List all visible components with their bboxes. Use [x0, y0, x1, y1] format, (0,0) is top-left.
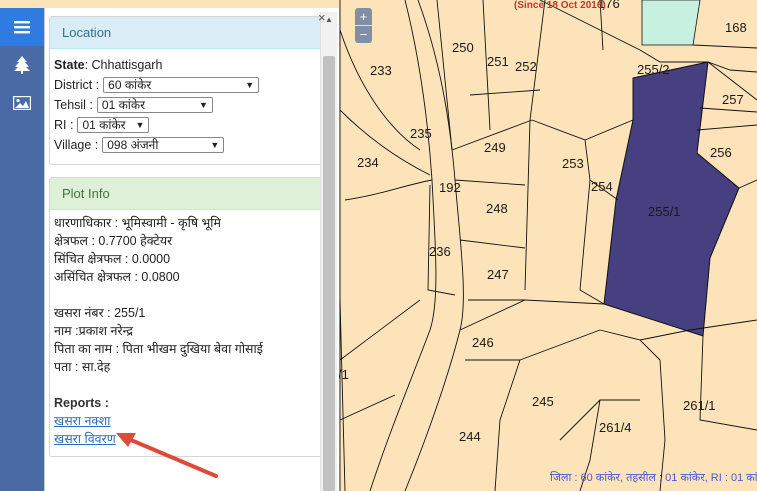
- father-name-text: पिता का नाम : पिता भीखम दुखिया बेवा गोसा…: [54, 342, 263, 356]
- plot-label: 247: [487, 267, 509, 282]
- imagery-button[interactable]: [0, 84, 44, 122]
- date-note: (Since 18 Oct 2016): [514, 0, 606, 11]
- chevron-down-icon: ▼: [198, 100, 208, 110]
- village-label: Village :: [54, 138, 99, 152]
- layers-button[interactable]: [0, 46, 44, 84]
- plot-label: 250: [452, 40, 474, 55]
- plot-label: 234: [357, 155, 379, 170]
- tehsil-value: 01 कांकेर: [101, 98, 146, 112]
- plot-label: 255/2: [637, 62, 670, 77]
- owner-type-text: धारणाधिकार : भूमिस्वामी - कृषि भूमि: [54, 216, 222, 230]
- annotation-arrow: [116, 433, 218, 478]
- chevron-down-icon: ▼: [245, 80, 255, 90]
- close-icon[interactable]: ×: [318, 10, 326, 25]
- location-card-title: Location: [50, 17, 321, 49]
- plot-label: 252: [515, 59, 537, 74]
- plot-info-card: Plot Info धारणाधिकार : भूमिस्वामी - कृषि…: [49, 177, 322, 457]
- tehsil-label: Tehsil :: [54, 98, 93, 112]
- state-value: Chhattisgarh: [91, 58, 163, 72]
- area-text: क्षेत्रफल : 0.7700 हेक्टेयर: [54, 234, 173, 248]
- plot-label: 248: [486, 201, 508, 216]
- plot-label: 235: [410, 126, 432, 141]
- unirrigated-area-text: असिंचित क्षेत्रफल : 0.0800: [54, 270, 180, 284]
- tree-icon: [14, 56, 30, 74]
- plot-label: 257: [722, 92, 744, 107]
- menu-icon: [14, 20, 30, 34]
- menu-button[interactable]: [0, 8, 44, 46]
- district-label: District :: [54, 78, 100, 92]
- village-select[interactable]: 098 अंजनी ▼: [102, 137, 225, 153]
- plot-label: 246: [472, 335, 494, 350]
- plot-label: 253: [562, 156, 584, 171]
- side-panel: Location State: Chhattisgarh District : …: [44, 8, 339, 491]
- khasra-number-text: खसरा नंबर : 255/1: [54, 306, 146, 320]
- plot-label: 233: [370, 63, 392, 78]
- panel-scrollbar[interactable]: ▲: [320, 12, 337, 491]
- plot-label: 249: [484, 140, 506, 155]
- khasra-map-report-link[interactable]: खसरा नक्शा: [54, 414, 110, 428]
- plot-label: 261/4: [599, 420, 632, 435]
- district-value: 60 कांकेर: [108, 78, 152, 92]
- owner-name-text: नाम :प्रकाश नरेन्द्र: [54, 324, 134, 338]
- location-card: Location State: Chhattisgarh District : …: [49, 16, 322, 165]
- scrollbar-thumb[interactable]: [323, 56, 335, 491]
- khasra-details-report-link[interactable]: खसरा विवरण: [54, 432, 116, 446]
- ri-label: RI :: [54, 118, 74, 132]
- plot-label: 236: [429, 244, 451, 259]
- address-text: पता : सा.देह: [54, 360, 111, 374]
- plot-label: 192: [439, 180, 461, 195]
- ri-value: 01 कांकेर: [82, 118, 126, 132]
- tehsil-select[interactable]: 01 कांकेर ▼: [96, 97, 213, 113]
- chevron-down-icon: ▼: [210, 140, 220, 150]
- footer-location-note: जिला : 60 कांकेर, तहसील : 01 कांकेर, RI …: [550, 472, 757, 484]
- plot-label: 251: [487, 54, 509, 69]
- plot-label: 168: [725, 20, 747, 35]
- plot-label: 255/1: [648, 204, 681, 219]
- village-value: 098 अंजनी: [107, 138, 159, 152]
- district-select[interactable]: 60 कांकेर ▼: [103, 77, 260, 93]
- left-toolbar: [0, 8, 44, 491]
- plot-label: 245: [532, 394, 554, 409]
- state-row: State: Chhattisgarh: [54, 58, 163, 72]
- irrigated-area-text: सिंचित क्षेत्रफल : 0.0000: [54, 252, 171, 266]
- plot-info-card-title: Plot Info: [50, 178, 321, 210]
- image-icon: [13, 96, 31, 110]
- zoom-out-button[interactable]: −: [355, 25, 372, 43]
- zoom-in-button[interactable]: +: [355, 8, 372, 25]
- ri-select[interactable]: 01 कांकेर ▼: [77, 117, 150, 133]
- plot-label: 254: [591, 179, 613, 194]
- reports-title: Reports :: [54, 396, 109, 410]
- chevron-down-icon: ▼: [135, 120, 145, 130]
- zoom-control: + −: [355, 8, 372, 43]
- plot-label: 256: [710, 145, 732, 160]
- plot-label: /1: [338, 367, 349, 382]
- plot-label: 261/1: [683, 398, 716, 413]
- plot-label: 244: [459, 429, 481, 444]
- state-label: State: [54, 58, 85, 72]
